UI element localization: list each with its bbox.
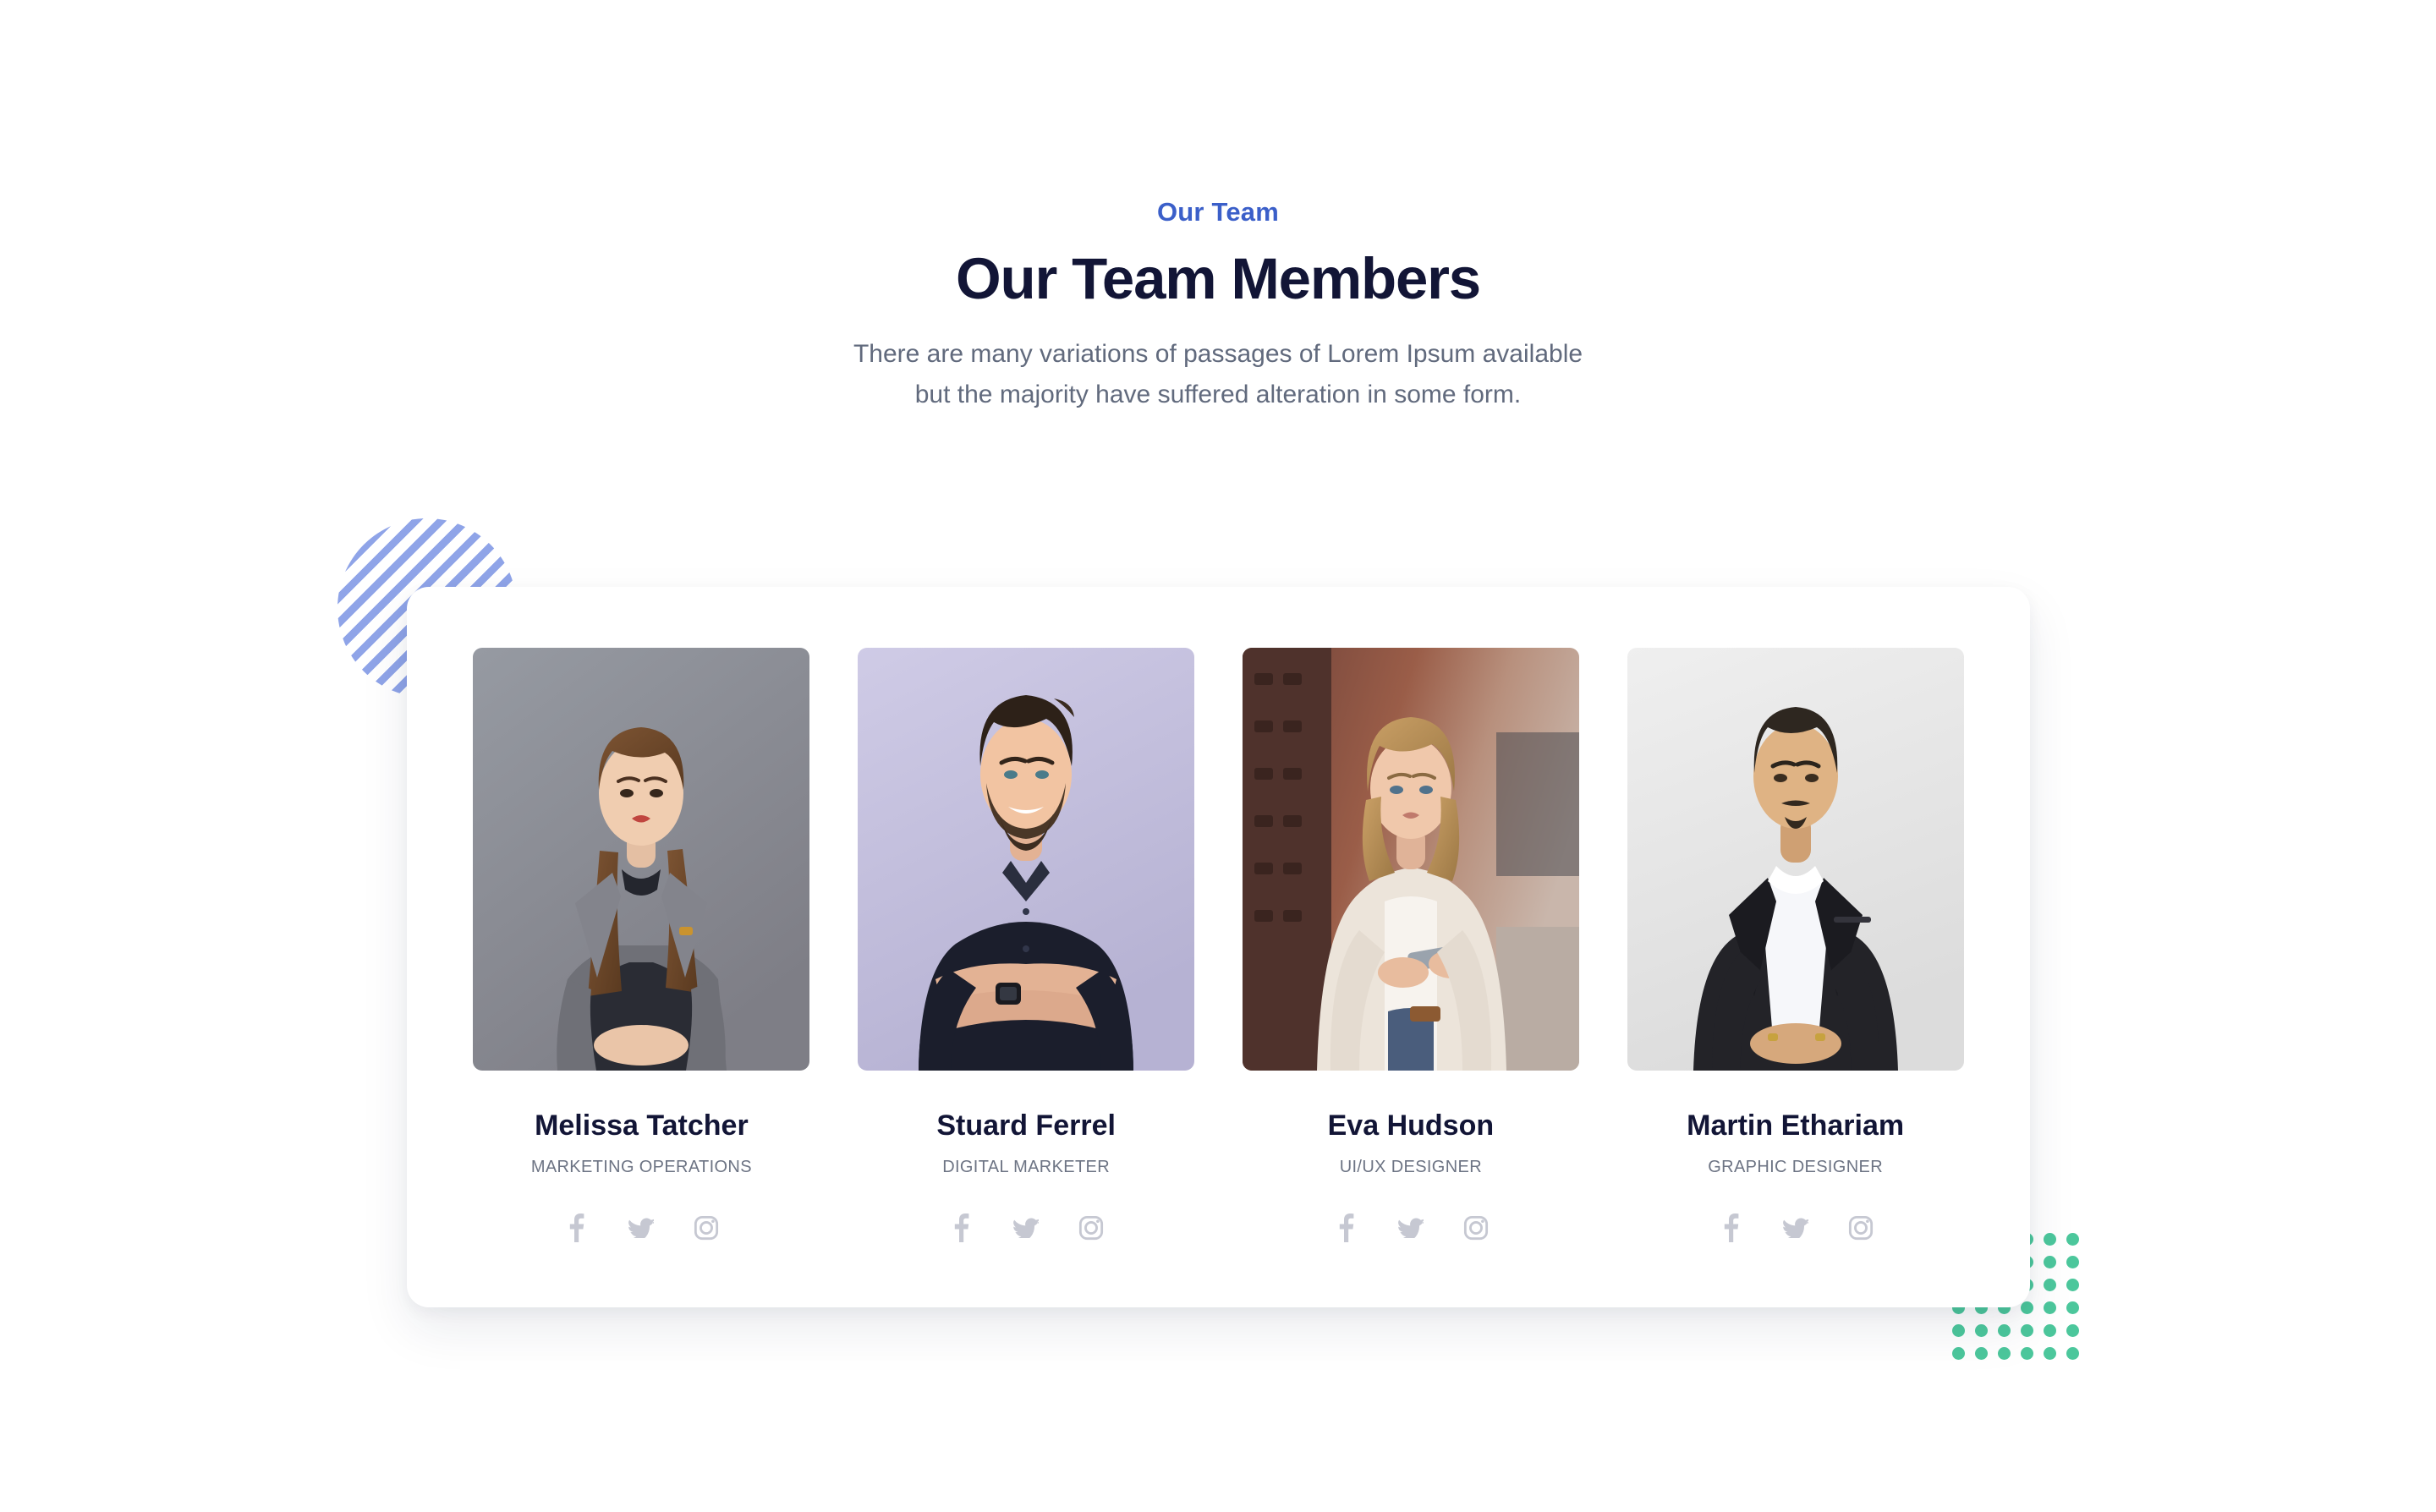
decor-dot <box>2044 1256 2056 1268</box>
team-member-card[interactable]: Stuard Ferrel DIGITAL MARKETER <box>834 648 1219 1243</box>
member-social-links <box>561 1213 721 1243</box>
member-social-links <box>1330 1213 1491 1243</box>
decor-dot <box>2066 1301 2079 1314</box>
member-role: GRAPHIC DESIGNER <box>1708 1157 1883 1176</box>
decor-dot <box>2066 1279 2079 1291</box>
decor-dot <box>2066 1256 2079 1268</box>
decor-dot <box>2044 1279 2056 1291</box>
decor-dot <box>1952 1347 1965 1360</box>
facebook-icon[interactable] <box>1330 1213 1361 1243</box>
decor-dot <box>2044 1347 2056 1360</box>
decor-dot <box>2066 1347 2079 1360</box>
team-member-card[interactable]: Martin Ethariam GRAPHIC DESIGNER <box>1603 648 1988 1243</box>
decor-dot <box>2044 1233 2056 1246</box>
team-member-card[interactable]: Melissa Tatcher MARKETING OPERATIONS <box>449 648 834 1243</box>
decor-dot <box>2021 1301 2033 1314</box>
team-section-page: Our Team Our Team Members There are many… <box>0 0 2436 1512</box>
twitter-icon[interactable] <box>1011 1213 1041 1243</box>
member-photo <box>858 648 1195 1071</box>
decor-dot <box>1975 1347 1988 1360</box>
decor-dot <box>2021 1347 2033 1360</box>
member-social-links <box>946 1213 1106 1243</box>
decor-dot <box>1952 1324 1965 1337</box>
facebook-icon[interactable] <box>561 1213 591 1243</box>
member-name: Eva Hudson <box>1327 1109 1495 1142</box>
twitter-icon[interactable] <box>1396 1213 1426 1243</box>
member-name: Melissa Tatcher <box>535 1109 749 1142</box>
member-name: Martin Ethariam <box>1687 1109 1905 1142</box>
decor-dot <box>2021 1324 2033 1337</box>
facebook-icon[interactable] <box>946 1213 976 1243</box>
section-heading-block: Our Team Our Team Members There are many… <box>0 196 2436 416</box>
facebook-icon[interactable] <box>1715 1213 1746 1243</box>
instagram-icon[interactable] <box>691 1213 721 1243</box>
member-social-links <box>1715 1213 1876 1243</box>
decor-dot <box>2066 1233 2079 1246</box>
section-subtitle: There are many variations of passages of… <box>0 334 2436 416</box>
member-role: DIGITAL MARKETER <box>942 1157 1111 1176</box>
member-role: MARKETING OPERATIONS <box>530 1157 752 1176</box>
member-photo <box>1627 648 1964 1071</box>
section-eyebrow: Our Team <box>1156 197 1279 227</box>
decor-dot <box>2044 1301 2056 1314</box>
subtitle-line-1: There are many variations of passages of… <box>853 339 1583 368</box>
decor-dot <box>1998 1347 2011 1360</box>
page-title: Our Team Members <box>956 246 1481 312</box>
instagram-icon[interactable] <box>1076 1213 1106 1243</box>
team-member-card[interactable]: Eva Hudson UI/UX DESIGNER <box>1219 648 1604 1243</box>
twitter-icon[interactable] <box>626 1213 656 1243</box>
instagram-icon[interactable] <box>1846 1213 1876 1243</box>
twitter-icon[interactable] <box>1780 1213 1811 1243</box>
decor-dot <box>2044 1324 2056 1337</box>
member-role: UI/UX DESIGNER <box>1339 1157 1482 1176</box>
member-name: Stuard Ferrel <box>936 1109 1116 1142</box>
team-members-card: Melissa Tatcher MARKETING OPERATIONS Stu… <box>407 587 2030 1307</box>
instagram-icon[interactable] <box>1461 1213 1491 1243</box>
subtitle-line-2: but the majority have suffered alteratio… <box>914 381 1522 409</box>
decor-dot <box>1975 1324 1988 1337</box>
member-photo <box>473 648 810 1071</box>
decor-dot <box>2066 1324 2079 1337</box>
decor-dot <box>1998 1324 2011 1337</box>
member-photo <box>1242 648 1579 1071</box>
